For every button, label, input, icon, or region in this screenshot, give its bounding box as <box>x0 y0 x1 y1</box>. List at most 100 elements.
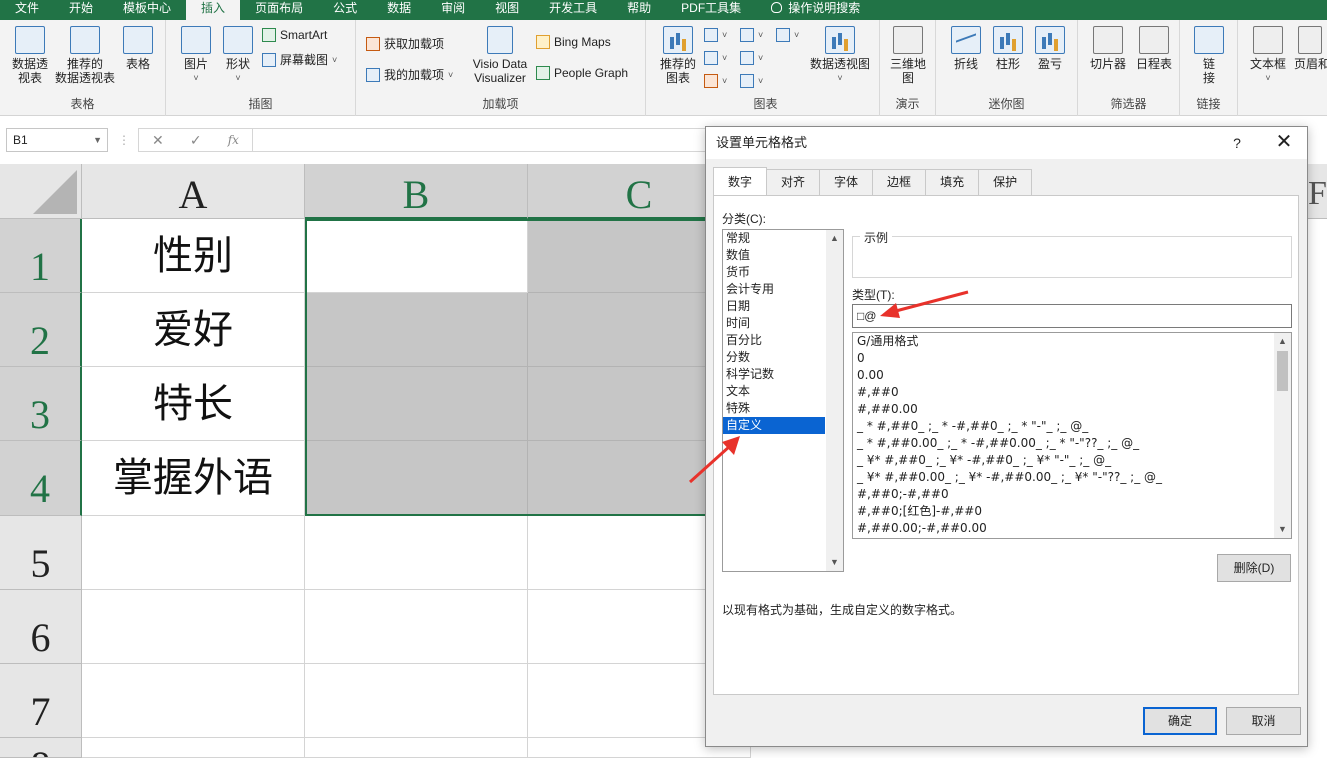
column-chart-button[interactable]: ˅ <box>704 28 727 42</box>
tab-alignment[interactable]: 对齐 <box>766 169 821 195</box>
statistic-chart-button[interactable]: ˅ <box>776 28 799 42</box>
format-item[interactable]: #,##0;[红色]-#,##0 <box>853 503 1291 520</box>
category-general[interactable]: 常规 <box>723 230 825 247</box>
format-item[interactable]: _ * #,##0_ ;_ * -#,##0_ ;_ * "-"_ ;_ @_ <box>853 418 1291 435</box>
category-custom[interactable]: 自定义 <box>723 417 825 434</box>
recommended-charts-button[interactable]: 推荐的 图表 <box>656 26 700 85</box>
category-fraction[interactable]: 分数 <box>723 349 825 366</box>
tab-template-center[interactable]: 模板中心 <box>108 0 186 20</box>
column-header-b[interactable]: B <box>305 164 528 219</box>
hierarchy-chart-button[interactable]: ˅ <box>740 28 763 42</box>
drag-handle-icon[interactable]: ⋮ <box>118 133 130 147</box>
format-item[interactable]: _ * #,##0.00_ ;_ * -#,##0.00_ ;_ * "-"??… <box>853 435 1291 452</box>
bing-maps-button[interactable]: Bing Maps <box>536 35 611 49</box>
cell-a5[interactable] <box>82 516 305 590</box>
scroll-up-icon[interactable]: ▲ <box>826 230 843 247</box>
category-special[interactable]: 特殊 <box>723 400 825 417</box>
column-header-f[interactable]: F <box>1308 164 1327 219</box>
pictures-button[interactable]: 图片 ˅ <box>176 26 216 85</box>
timeline-button[interactable]: 日程表 <box>1132 26 1176 71</box>
cell-a8[interactable] <box>82 738 305 758</box>
sparkline-winloss-button[interactable]: 盈亏 <box>1030 26 1070 71</box>
recommended-pivot-button[interactable]: 推荐的 数据透视表 <box>54 26 116 85</box>
cell-b5[interactable] <box>305 516 528 590</box>
cell-b2[interactable] <box>305 293 528 367</box>
visio-button[interactable]: Visio Data Visualizer <box>468 26 532 85</box>
category-date[interactable]: 日期 <box>723 298 825 315</box>
category-scrollbar[interactable]: ▲ ▼ <box>826 230 843 571</box>
tab-view[interactable]: 视图 <box>480 0 534 20</box>
format-item[interactable]: 0.00 <box>853 367 1291 384</box>
tab-help[interactable]: 帮助 <box>612 0 666 20</box>
get-addins-button[interactable]: 获取加载项 <box>366 35 444 52</box>
format-item[interactable]: _ ¥* #,##0_ ;_ ¥* -#,##0_ ;_ ¥* "-"_ ;_ … <box>853 452 1291 469</box>
category-text[interactable]: 文本 <box>723 383 825 400</box>
row-header-6[interactable]: 6 <box>0 590 82 664</box>
category-time[interactable]: 时间 <box>723 315 825 332</box>
delete-button[interactable]: 删除(D) <box>1217 554 1291 582</box>
cell-a4[interactable]: 掌握外语 <box>82 441 305 516</box>
slicer-button[interactable]: 切片器 <box>1086 26 1130 71</box>
format-item[interactable]: _ ¥* #,##0.00_ ;_ ¥* -#,##0.00_ ;_ ¥* "-… <box>853 469 1291 486</box>
shapes-button[interactable]: 形状 ˅ <box>218 26 258 85</box>
tab-font[interactable]: 字体 <box>819 169 874 195</box>
cell-b7[interactable] <box>305 664 528 738</box>
row-header-7[interactable]: 7 <box>0 664 82 738</box>
tab-data[interactable]: 数据 <box>372 0 426 20</box>
format-item[interactable]: G/通用格式 <box>853 333 1291 350</box>
scroll-down-icon[interactable]: ▼ <box>826 554 843 571</box>
column-header-a[interactable]: A <box>82 164 305 219</box>
tab-number[interactable]: 数字 <box>713 167 768 195</box>
help-button[interactable]: ? <box>1225 127 1249 159</box>
format-item[interactable]: #,##0 <box>853 384 1291 401</box>
cell-b3[interactable] <box>305 367 528 441</box>
tab-developer[interactable]: 开发工具 <box>534 0 612 20</box>
category-percentage[interactable]: 百分比 <box>723 332 825 349</box>
row-header-8[interactable]: 8 <box>0 738 82 758</box>
pie-chart-button[interactable]: ˅ <box>704 74 727 88</box>
category-currency[interactable]: 货币 <box>723 264 825 281</box>
name-box[interactable]: B1 ▼ <box>6 128 108 152</box>
tab-page-layout[interactable]: 页面布局 <box>240 0 318 20</box>
tab-insert[interactable]: 插入 <box>186 0 241 20</box>
scatter-chart-button[interactable]: ˅ <box>740 74 763 88</box>
cell-b8[interactable] <box>305 738 528 758</box>
select-all-button[interactable] <box>0 164 82 219</box>
pivot-chart-button[interactable]: 数据透视图 ˅ <box>804 26 876 85</box>
tab-formulas[interactable]: 公式 <box>318 0 372 20</box>
smartart-button[interactable]: SmartArt <box>262 28 327 42</box>
format-item[interactable]: #,##0.00;-#,##0.00 <box>853 520 1291 537</box>
cell-a3[interactable]: 特长 <box>82 367 305 441</box>
type-input[interactable]: □@ <box>852 304 1292 328</box>
tab-fill[interactable]: 填充 <box>925 169 980 195</box>
row-header-1[interactable]: 1 <box>0 219 82 293</box>
row-header-2[interactable]: 2 <box>0 293 82 367</box>
format-item[interactable]: #,##0.00 <box>853 401 1291 418</box>
category-number[interactable]: 数值 <box>723 247 825 264</box>
cancel-entry-button[interactable]: ✕ <box>152 132 164 149</box>
ok-button[interactable]: 确定 <box>1143 707 1217 735</box>
category-scientific[interactable]: 科学记数 <box>723 366 825 383</box>
cell-a6[interactable] <box>82 590 305 664</box>
category-list[interactable]: 常规 数值 货币 会计专用 日期 时间 百分比 分数 科学记数 文本 特殊 自定… <box>722 229 844 572</box>
textbox-button[interactable]: 文本框 ˅ <box>1246 26 1290 85</box>
format-item[interactable]: 0 <box>853 350 1291 367</box>
tell-me-search[interactable]: 操作说明搜索 <box>756 0 875 20</box>
tab-review[interactable]: 审阅 <box>426 0 480 20</box>
format-scrollbar[interactable]: ▲ ▼ <box>1274 333 1291 538</box>
cancel-button[interactable]: 取消 <box>1226 707 1301 735</box>
row-header-3[interactable]: 3 <box>0 367 82 441</box>
pivot-table-button[interactable]: 数据透 视表 <box>6 26 54 85</box>
sparkline-column-button[interactable]: 柱形 <box>988 26 1028 71</box>
cell-a1[interactable]: 性别 <box>82 219 305 293</box>
screenshot-button[interactable]: 屏幕截图 ˅ <box>262 51 337 68</box>
format-item[interactable]: #,##0;-#,##0 <box>853 486 1291 503</box>
tab-pdf-tools[interactable]: PDF工具集 <box>666 0 756 20</box>
table-button[interactable]: 表格 <box>118 26 158 71</box>
scroll-thumb[interactable] <box>1277 351 1288 391</box>
tab-file[interactable]: 文件 <box>0 0 54 20</box>
tab-protection[interactable]: 保护 <box>978 169 1033 195</box>
3d-map-button[interactable]: 三维地 图 <box>886 26 930 85</box>
line-chart-button[interactable]: ˅ <box>704 51 727 65</box>
formula-input[interactable] <box>252 128 712 152</box>
